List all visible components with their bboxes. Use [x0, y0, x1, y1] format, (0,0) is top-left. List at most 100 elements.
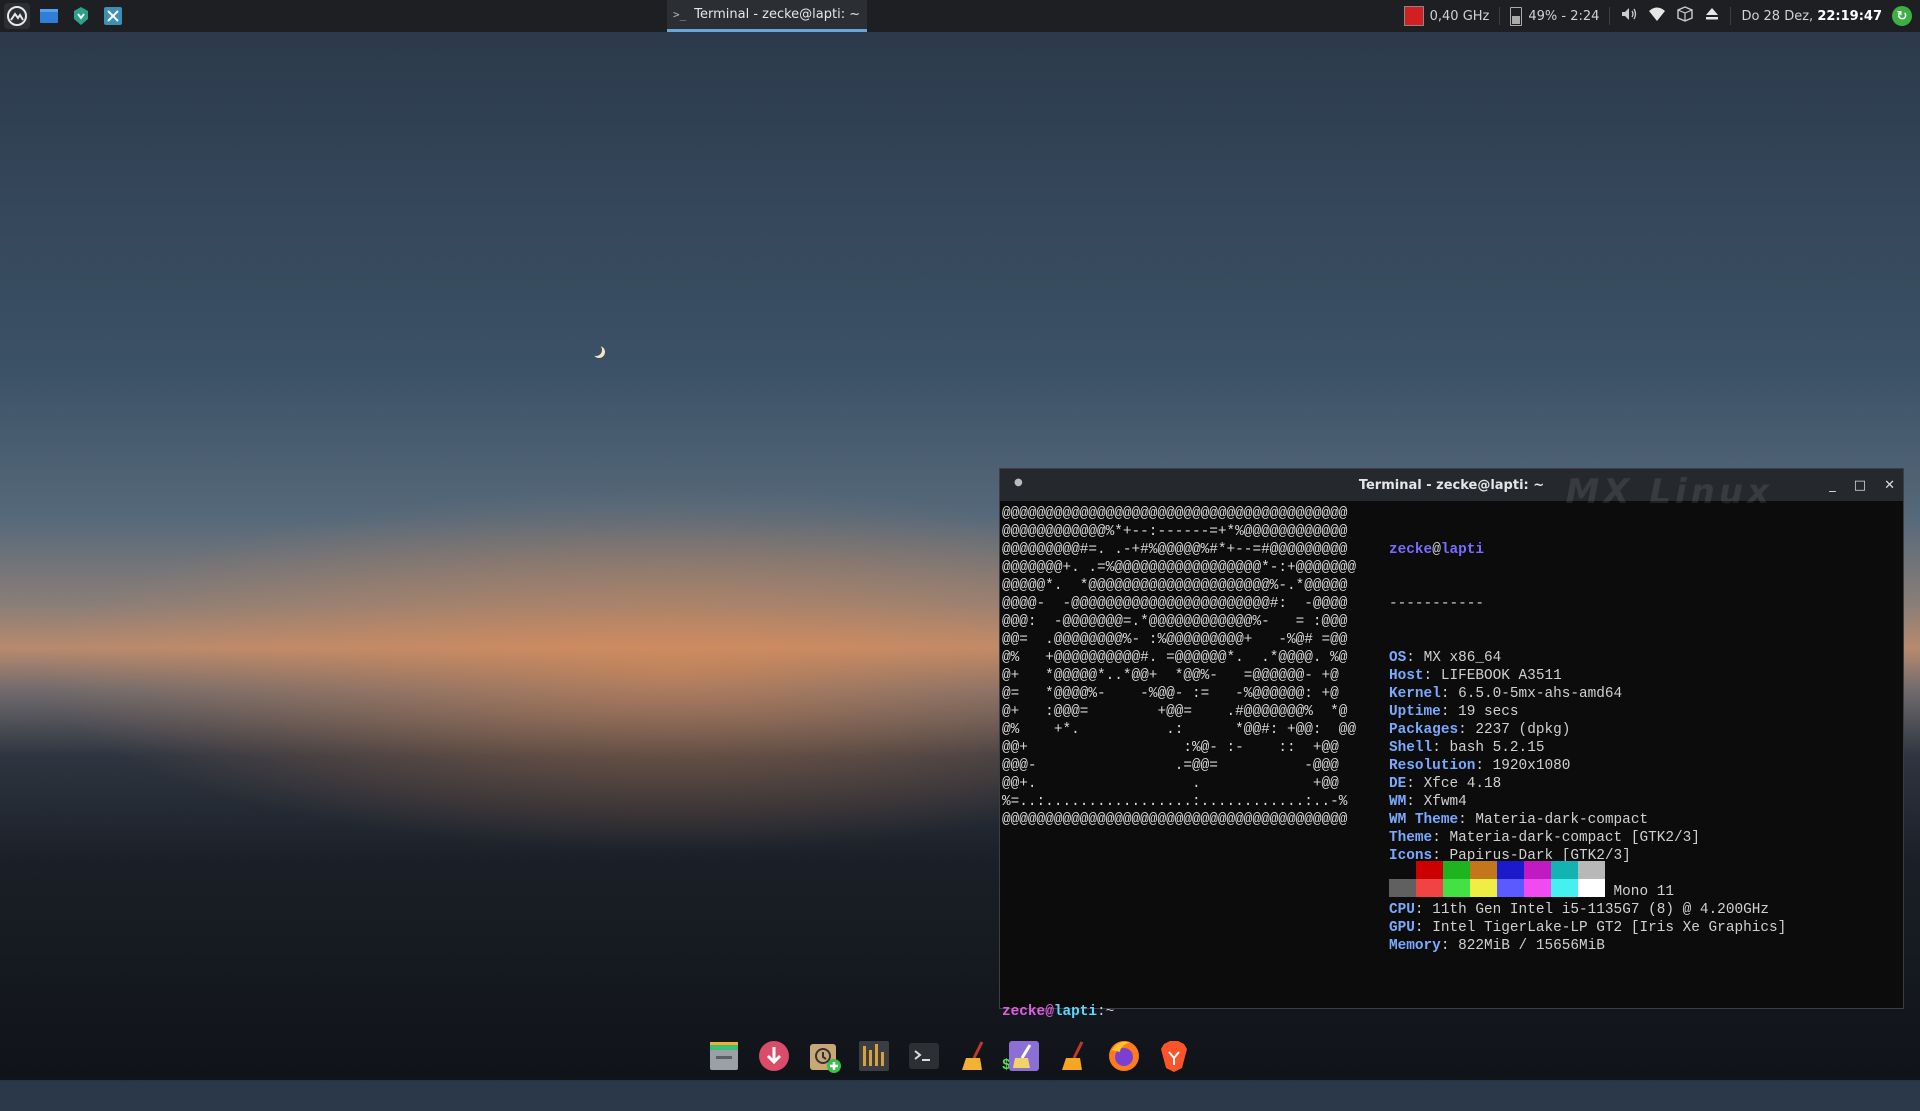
volume-icon[interactable] [1620, 5, 1638, 27]
info-colon: : [1414, 902, 1433, 918]
package-updater-icon[interactable] [1676, 5, 1694, 27]
color-palette [1389, 861, 1605, 897]
ascii-line: @+ *@@@@@*..*@@+ *@@%- =@@@@@@- +@ [1002, 668, 1339, 684]
window-menu-icon[interactable]: ● [1014, 477, 1023, 488]
palette-swatch [1578, 861, 1605, 879]
info-line: Shell: bash 5.2.15 [1389, 739, 1786, 757]
maximize-button[interactable]: □ [1854, 478, 1866, 493]
clock-time: 22:19:47 [1817, 8, 1882, 24]
ascii-line: @@+ :%@- :- :: +@@ [1002, 740, 1339, 756]
info-value: 2237 (dpkg) [1475, 722, 1571, 738]
info-line: DE: Xfce 4.18 [1389, 775, 1786, 793]
info-key: WM Theme [1389, 812, 1459, 828]
palette-swatch [1389, 879, 1416, 897]
palette-swatch [1497, 879, 1524, 897]
terminal-window[interactable]: ● Terminal - zecke@lapti: ~ _ □ ✕ @@@@@@… [999, 468, 1904, 1074]
package-installer-icon[interactable] [804, 1036, 844, 1076]
palette-swatch [1578, 879, 1605, 897]
terminal-icon[interactable] [904, 1036, 944, 1076]
info-value: Intel TigerLake-LP GT2 [Iris Xe Graphics… [1432, 920, 1787, 936]
neofetch-info: zecke@lapti ----------- OS: MX x86_64 Hos… [1389, 505, 1786, 991]
settings-manager-icon[interactable] [100, 3, 126, 29]
ascii-line: %=..:.................:............:..-% [1002, 794, 1348, 810]
mx-cleanup-icon[interactable] [1004, 1036, 1044, 1076]
info-colon: : [1458, 812, 1476, 828]
info-line: OS: MX x86_64 [1389, 649, 1786, 667]
palette-swatch [1470, 879, 1497, 897]
firefox-icon[interactable] [1104, 1036, 1144, 1076]
info-value: Materia-dark-compact [1475, 812, 1649, 828]
info-key: OS [1389, 650, 1407, 666]
bottom-dock [704, 1034, 1194, 1078]
desktop-icon[interactable] [36, 3, 62, 29]
info-value: Xfce 4.18 [1423, 776, 1502, 792]
info-line: Uptime: 19 secs [1389, 703, 1786, 721]
neofetch-ascii-logo: @@@@@@@@@@@@@@@@@@@@@@@@@@@@@@@@@@@@@@@@… [1002, 505, 1356, 829]
ascii-line: @@@@- -@@@@@@@@@@@@@@@@@@@@@@@#: -@@@@ [1002, 596, 1348, 612]
info-line: CPU: 11th Gen Intel i5-1135G7 (8) @ 4.20… [1389, 901, 1786, 919]
clock[interactable]: Do 28 Dez, 22:19:47 [1741, 9, 1882, 24]
ascii-line: @= *@@@@%- -%@@- := -%@@@@@@: +@ [1002, 686, 1339, 702]
palette-swatch [1470, 861, 1497, 879]
info-colon: : [1414, 920, 1433, 936]
info-line: Kernel: 6.5.0-5mx-ahs-amd64 [1389, 685, 1786, 703]
info-key: Memory [1389, 938, 1441, 954]
ascii-line: @@+. . +@@ [1002, 776, 1339, 792]
info-colon: : [1440, 704, 1459, 720]
mx-updater-icon[interactable]: ↻ [1892, 6, 1912, 26]
info-key: Kernel [1389, 686, 1441, 702]
mx-logo-icon[interactable] [4, 3, 30, 29]
battery-label: 49% - 2:24 [1528, 8, 1600, 24]
palette-swatch [1551, 861, 1578, 879]
info-line: Resolution: 1920x1080 [1389, 757, 1786, 775]
info-line: Memory: 822MiB / 15656MiB [1389, 937, 1786, 955]
terminal-body[interactable]: @@@@@@@@@@@@@@@@@@@@@@@@@@@@@@@@@@@@@@@@… [1000, 475, 1903, 1074]
palette-swatch [1416, 861, 1443, 879]
info-line: Host: LIFEBOOK A3511 [1389, 667, 1786, 685]
ascii-line: @@@@@@@@@@@@@@@@@@@@@@@@@@@@@@@@@@@@@@@@ [1002, 812, 1348, 828]
info-key: DE [1389, 776, 1407, 792]
info-value: 6.5.0-5mx-ahs-amd64 [1458, 686, 1623, 702]
info-key: Packages [1389, 722, 1459, 738]
close-button[interactable]: ✕ [1884, 478, 1895, 493]
cpu-freq-plugin[interactable]: 0,40 GHz [1403, 6, 1490, 26]
mx-linux-watermark: MX Linux [1565, 472, 1773, 512]
ascii-line: @@@@@*. *@@@@@@@@@@@@@@@@@@@@@%-.*@@@@@ [1002, 578, 1348, 594]
wifi-icon[interactable] [1648, 5, 1666, 27]
window-buttons: _ □ ✕ [1829, 469, 1895, 501]
info-colon: : [1458, 722, 1476, 738]
task-manager-icon[interactable] [854, 1036, 894, 1076]
taskbar-terminal-button[interactable]: >_ Terminal - zecke@lapti: ~ [667, 0, 867, 32]
info-value: Xfwm4 [1423, 794, 1467, 810]
ascii-line: @@@@@@@@@@@@@@@@@@@@@@@@@@@@@@@@@@@@@@@@ [1002, 506, 1348, 522]
ascii-line: @% +@@@@@@@@@@#. =@@@@@@*. .*@@@@. %@ [1002, 650, 1348, 666]
brave-icon[interactable] [1154, 1036, 1194, 1076]
info-key: Resolution [1389, 758, 1476, 774]
battery-plugin[interactable]: 49% - 2:24 [1510, 6, 1600, 26]
ascii-line: @@@@@@@@@#=. .-+#%@@@@@%#*+--=#@@@@@@@@@ [1002, 542, 1348, 558]
ascii-line: @@@: -@@@@@@@=.*@@@@@@@@@@@@%- = :@@@ [1002, 614, 1348, 630]
info-key: Host [1389, 668, 1424, 684]
taskbar-label: Terminal - zecke@lapti: ~ [694, 7, 861, 22]
bleachbit-icon[interactable] [1054, 1036, 1094, 1076]
moon-wallpaper-detail [590, 344, 602, 356]
info-value: MX x86_64 [1423, 650, 1502, 666]
info-value: LIFEBOOK A3511 [1440, 668, 1562, 684]
info-key: CPU [1389, 902, 1415, 918]
eject-icon[interactable] [1704, 6, 1720, 26]
file-manager-icon[interactable] [704, 1036, 744, 1076]
info-colon: : [1423, 668, 1441, 684]
ascii-line: @@@- .=@@= -@@@ [1002, 758, 1339, 774]
info-key: WM [1389, 794, 1407, 810]
minimize-button[interactable]: _ [1829, 478, 1836, 493]
mx-tools-icon[interactable] [68, 3, 94, 29]
cleanup-icon[interactable] [954, 1036, 994, 1076]
cpu-freq-label: 0,40 GHz [1429, 8, 1490, 24]
installer-icon[interactable] [754, 1036, 794, 1076]
palette-swatch [1416, 879, 1443, 897]
ascii-line: @+ :@@@= +@@= .#@@@@@@@% *@ [1002, 704, 1348, 720]
system-tray: 0,40 GHz 49% - 2:24 Do 28 Dez, 22:19:47 … [1403, 0, 1920, 32]
info-line: Packages: 2237 (dpkg) [1389, 721, 1786, 739]
info-key: Shell [1389, 740, 1433, 756]
ascii-line: @@@@@@@@@@@@%*+--:------=+*%@@@@@@@@@@@@ [1002, 524, 1348, 540]
